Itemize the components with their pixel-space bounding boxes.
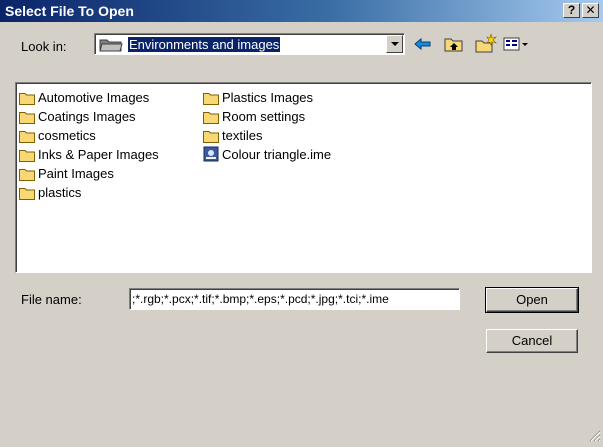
folder-item[interactable]: textiles: [202, 126, 331, 145]
folder-name: Paint Images: [38, 166, 114, 181]
open-folder-icon: [99, 38, 123, 55]
folder-item[interactable]: Automotive Images: [18, 88, 159, 107]
folder-item[interactable]: plastics: [18, 183, 159, 202]
look-in-dropdown[interactable]: Environments and images: [94, 33, 405, 55]
folder-icon: [19, 186, 35, 205]
folder-item[interactable]: Coatings Images: [18, 107, 159, 126]
folder-name: textiles: [222, 128, 263, 143]
file-name-input[interactable]: ;*.rgb;*.pcx;*.tif;*.bmp;*.eps;*.pcd;*.j…: [129, 288, 460, 310]
file-item[interactable]: Colour triangle.ime: [202, 145, 331, 164]
image-file-icon: [203, 146, 219, 167]
folder-name: Room settings: [222, 109, 306, 124]
folder-name: plastics: [38, 185, 82, 200]
folder-item[interactable]: Inks & Paper Images: [18, 145, 159, 164]
new-folder-icon[interactable]: [475, 33, 499, 55]
view-menu-icon[interactable]: [503, 33, 531, 55]
chevron-down-icon[interactable]: [386, 35, 403, 53]
dialog-title: Select File To Open: [5, 3, 134, 19]
folder-name: Automotive Images: [38, 90, 150, 105]
close-button[interactable]: ✕: [582, 3, 599, 18]
folder-name: Inks & Paper Images: [38, 147, 159, 162]
title-bar: Select File To Open: [0, 0, 603, 22]
look-in-value: Environments and images: [128, 37, 281, 52]
folder-name: cosmetics: [38, 128, 96, 143]
file-list[interactable]: Automotive Images Coatings Images cosmet…: [15, 82, 592, 273]
back-arrow-icon[interactable]: [412, 33, 436, 55]
folder-name: Plastics Images: [222, 90, 314, 105]
folder-item[interactable]: Plastics Images: [202, 88, 331, 107]
help-button[interactable]: ?: [563, 3, 580, 18]
look-in-label: Look in:: [21, 39, 67, 54]
folder-item[interactable]: Room settings: [202, 107, 331, 126]
cancel-button[interactable]: Cancel: [486, 329, 578, 353]
file-list-column-2: Plastics Images Room settings textiles C…: [202, 88, 331, 164]
up-one-level-icon[interactable]: [443, 33, 467, 55]
file-name: Colour triangle.ime: [222, 147, 332, 162]
resize-grip-icon[interactable]: [589, 430, 601, 445]
open-button[interactable]: Open: [485, 287, 579, 313]
folder-item[interactable]: Paint Images: [18, 164, 159, 183]
folder-item[interactable]: cosmetics: [18, 126, 159, 145]
file-name-label: File name:: [21, 292, 82, 307]
folder-name: Coatings Images: [38, 109, 136, 124]
file-list-column-1: Automotive Images Coatings Images cosmet…: [18, 88, 159, 202]
